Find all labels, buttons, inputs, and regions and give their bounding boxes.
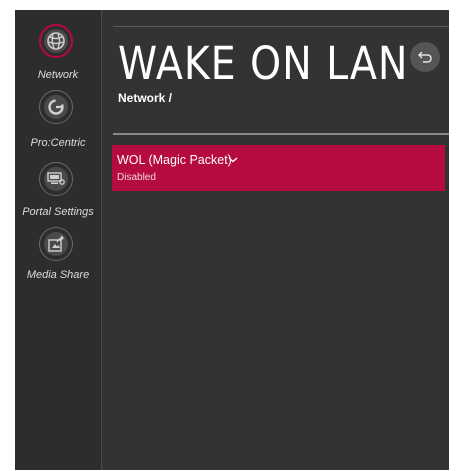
- portal-settings-icon: [47, 172, 65, 185]
- media-share-icon: [48, 235, 64, 252]
- option-value: Disabled: [117, 172, 156, 183]
- breadcrumb: Network /: [118, 91, 173, 105]
- chevron-down-icon: [228, 157, 238, 163]
- sidebar-item-network[interactable]: Network: [15, 24, 101, 84]
- globe-icon: [47, 32, 65, 50]
- sidebar-item-portal-settings[interactable]: Portal Settings: [15, 162, 101, 222]
- sidebar-item-pro-centric[interactable]: Pro:Centric: [15, 90, 101, 152]
- sidebar: Network Pro:Centric Portal Settings Medi…: [15, 10, 102, 470]
- pro-centric-icon: [48, 99, 64, 115]
- sidebar-icon-button: [39, 90, 73, 124]
- page-title: WAKE ON LAN: [118, 37, 409, 90]
- sidebar-item-label: Pro:Centric: [30, 137, 86, 149]
- back-arrow-icon: [418, 51, 432, 63]
- sidebar-icon-button: [39, 24, 73, 58]
- tv-settings-screen: Network Pro:Centric Portal Settings Medi…: [15, 10, 449, 470]
- sidebar-item-label: Portal Settings: [22, 206, 94, 218]
- sidebar-item-media-share[interactable]: Media Share: [15, 227, 101, 287]
- wol-option-row[interactable]: WOL (Magic Packet) Disabled: [112, 145, 445, 191]
- sidebar-icon-button: [39, 227, 73, 261]
- sidebar-item-label: Media Share: [26, 269, 90, 281]
- sidebar-icon-button: [39, 162, 73, 196]
- main-panel: WAKE ON LAN Network / WOL (Magic Packet)…: [112, 10, 449, 470]
- option-label: WOL (Magic Packet): [117, 153, 232, 167]
- sidebar-item-label: Network: [37, 69, 79, 81]
- divider: [113, 26, 449, 27]
- divider: [113, 133, 449, 135]
- back-button[interactable]: [410, 42, 440, 72]
